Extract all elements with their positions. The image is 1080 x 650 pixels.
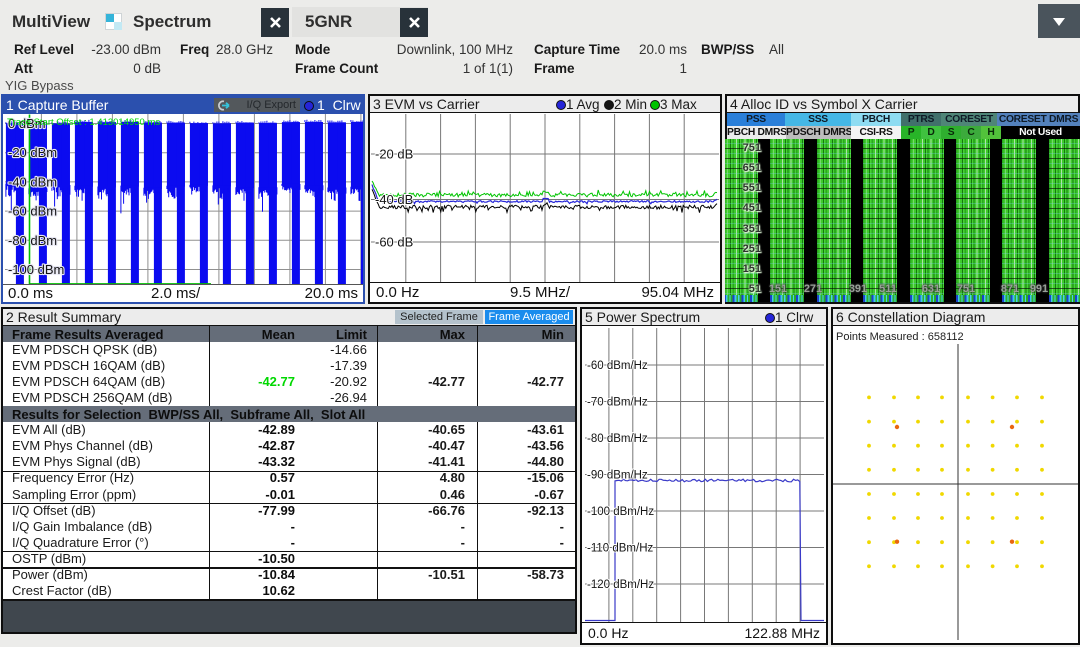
svg-text:-110 dBm/Hz: -110 dBm/Hz	[587, 543, 654, 555]
svg-text:-40 dBm: -40 dBm	[8, 174, 57, 189]
svg-text:-20 dBm: -20 dBm	[8, 145, 57, 160]
svg-text:-120 dBm/Hz: -120 dBm/Hz	[587, 579, 654, 591]
svg-text:-60 dBm/Hz: -60 dBm/Hz	[587, 360, 648, 372]
svg-text:-90 dBm/Hz: -90 dBm/Hz	[587, 470, 648, 482]
svg-text:-60 dB: -60 dB	[375, 235, 413, 250]
svg-text:-40 dB: -40 dB	[375, 192, 413, 207]
svg-text:-80 dBm: -80 dBm	[8, 233, 57, 248]
svg-text:-100 dBm: -100 dBm	[8, 262, 64, 277]
svg-text:Trace Start Offset : 1.4130149: Trace Start Offset : 1.413014950 ms	[7, 117, 160, 128]
svg-text:-20 dB: -20 dB	[375, 147, 413, 162]
svg-text:-80 dBm/Hz: -80 dBm/Hz	[587, 433, 648, 445]
svg-text:-100 dBm/Hz: -100 dBm/Hz	[587, 506, 654, 518]
svg-text:-70 dBm/Hz: -70 dBm/Hz	[587, 397, 648, 409]
svg-text:-60 dBm: -60 dBm	[8, 204, 57, 219]
